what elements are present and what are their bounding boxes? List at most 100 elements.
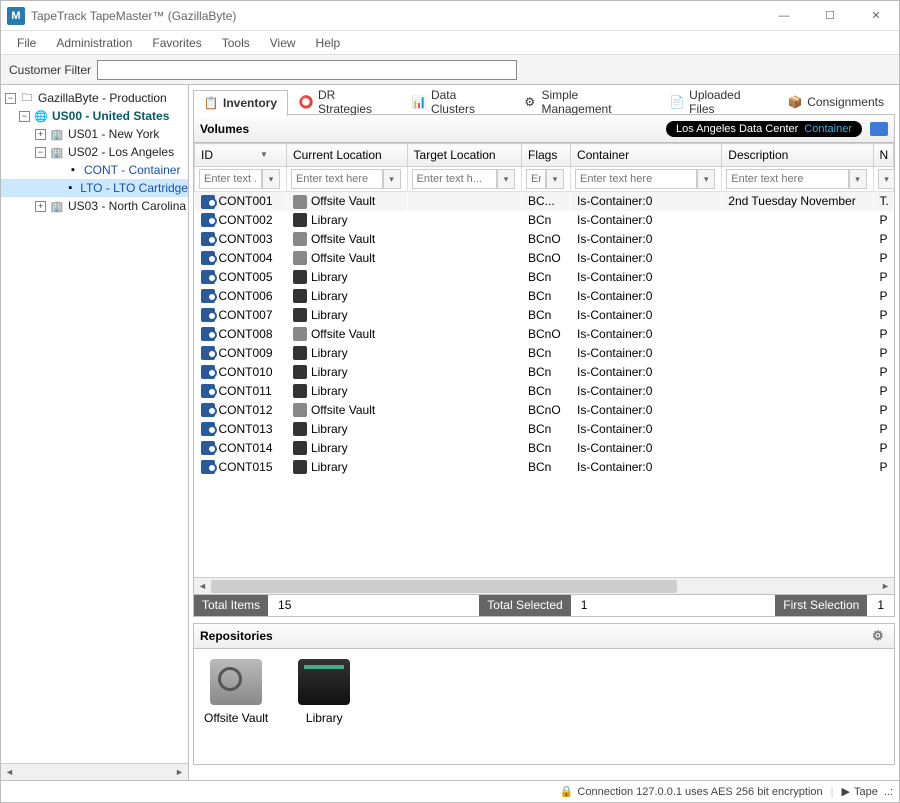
table-row[interactable]: CONT012Offsite VaultBCnOIs-Container:0P bbox=[195, 401, 894, 420]
tree-us03[interactable]: +🏢US03 - North Carolina bbox=[1, 197, 188, 215]
col-n[interactable]: N bbox=[873, 144, 893, 167]
filter-icon[interactable]: ▾ bbox=[697, 169, 715, 189]
vault-icon bbox=[210, 659, 262, 705]
sort-asc-icon: ▼ bbox=[260, 150, 268, 159]
tab-data-clusters[interactable]: 📊Data Clusters bbox=[401, 89, 512, 115]
filter-container[interactable] bbox=[575, 169, 697, 189]
col-location[interactable]: Current Location bbox=[286, 144, 407, 167]
menu-help[interactable]: Help bbox=[306, 33, 351, 53]
tape-icon bbox=[201, 270, 215, 284]
monitor-icon[interactable] bbox=[870, 122, 888, 136]
menu-file[interactable]: File bbox=[7, 33, 46, 53]
table-row[interactable]: CONT001Offsite VaultBC...Is-Container:02… bbox=[195, 192, 894, 211]
tree-lto[interactable]: ▪LTO - LTO Cartridge bbox=[1, 179, 188, 197]
menu-tools[interactable]: Tools bbox=[212, 33, 260, 53]
tape-icon bbox=[201, 308, 215, 322]
col-description[interactable]: Description bbox=[722, 144, 873, 167]
status-bar: 🔒 Connection 127.0.0.1 uses AES 256 bit … bbox=[1, 780, 899, 802]
tab-dr-strategies[interactable]: ⭕DR Strategies bbox=[288, 89, 401, 115]
tree-hscroll[interactable]: ◄ ► bbox=[1, 763, 188, 780]
menu-administration[interactable]: Administration bbox=[46, 33, 142, 53]
volumes-title: Volumes bbox=[200, 122, 249, 136]
table-row[interactable]: CONT010LibraryBCnIs-Container:0P bbox=[195, 363, 894, 382]
gear-icon[interactable]: ⚙ bbox=[872, 628, 888, 644]
first-selection-label: First Selection bbox=[775, 595, 867, 616]
scroll-thumb[interactable] bbox=[211, 580, 677, 593]
first-selection-value: 1 bbox=[867, 595, 894, 616]
table-row[interactable]: CONT008Offsite VaultBCnOIs-Container:0P bbox=[195, 325, 894, 344]
filter-icon[interactable]: ▾ bbox=[383, 169, 401, 189]
tree-root[interactable]: −🗀GazillaByte - Production bbox=[1, 89, 188, 107]
library-icon bbox=[293, 346, 307, 360]
library-icon bbox=[293, 308, 307, 322]
total-selected-label: Total Selected bbox=[479, 595, 570, 616]
table-row[interactable]: CONT009LibraryBCnIs-Container:0P bbox=[195, 344, 894, 363]
col-target[interactable]: Target Location bbox=[407, 144, 521, 167]
manage-icon: ⚙ bbox=[523, 95, 537, 109]
table-row[interactable]: CONT006LibraryBCnIs-Container:0P bbox=[195, 287, 894, 306]
vault-icon bbox=[293, 327, 307, 341]
titlebar: M TapeTrack TapeMaster™ (GazillaByte) — … bbox=[1, 1, 899, 31]
col-container[interactable]: Container bbox=[571, 144, 722, 167]
tree-cont[interactable]: ▪CONT - Container bbox=[1, 161, 188, 179]
filter-description[interactable] bbox=[726, 169, 848, 189]
scroll-right-icon[interactable]: ► bbox=[171, 764, 188, 780]
tree-us01[interactable]: +🏢US01 - New York bbox=[1, 125, 188, 143]
tape-icon bbox=[201, 327, 215, 341]
tab-consignments[interactable]: 📦Consignments bbox=[777, 89, 895, 115]
table-row[interactable]: CONT004Offsite VaultBCnOIs-Container:0P bbox=[195, 249, 894, 268]
lock-icon: 🔒 bbox=[560, 785, 574, 798]
filter-icon[interactable]: ▾ bbox=[878, 169, 894, 189]
table-row[interactable]: CONT007LibraryBCnIs-Container:0P bbox=[195, 306, 894, 325]
repo-library[interactable]: Library bbox=[298, 659, 350, 754]
tab-simple-management[interactable]: ⚙Simple Management bbox=[512, 89, 659, 115]
filter-icon[interactable]: ▾ bbox=[497, 169, 515, 189]
scroll-right-icon[interactable]: ► bbox=[877, 578, 894, 594]
tree-us02[interactable]: −🏢US02 - Los Angeles bbox=[1, 143, 188, 161]
menu-view[interactable]: View bbox=[260, 33, 306, 53]
repositories-body: Offsite Vault Library bbox=[193, 649, 895, 765]
table-row[interactable]: CONT011LibraryBCnIs-Container:0P bbox=[195, 382, 894, 401]
filter-flags[interactable] bbox=[526, 169, 546, 189]
minimize-button[interactable]: — bbox=[761, 1, 807, 31]
play-icon[interactable]: ▶ bbox=[842, 785, 850, 798]
repo-offsite-vault[interactable]: Offsite Vault bbox=[204, 659, 268, 754]
menu-favorites[interactable]: Favorites bbox=[142, 33, 211, 53]
tape-icon bbox=[201, 403, 215, 417]
vault-icon bbox=[293, 232, 307, 246]
app-window: M TapeTrack TapeMaster™ (GazillaByte) — … bbox=[0, 0, 900, 803]
tape-icon bbox=[201, 251, 215, 265]
vault-icon bbox=[293, 195, 307, 209]
filter-id[interactable] bbox=[199, 169, 262, 189]
filter-icon[interactable]: ▾ bbox=[849, 169, 867, 189]
tab-uploaded-files[interactable]: 📄Uploaded Files bbox=[659, 89, 777, 115]
table-row[interactable]: CONT013LibraryBCnIs-Container:0P bbox=[195, 420, 894, 439]
table-row[interactable]: CONT005LibraryBCnIs-Container:0P bbox=[195, 268, 894, 287]
table-row[interactable]: CONT003Offsite VaultBCnOIs-Container:0P bbox=[195, 230, 894, 249]
scroll-left-icon[interactable]: ◄ bbox=[1, 764, 18, 780]
table-row[interactable]: CONT002LibraryBCnIs-Container:0P bbox=[195, 211, 894, 230]
tree-us00[interactable]: −🌐US00 - United States bbox=[1, 107, 188, 125]
grid-hscroll[interactable]: ◄ ► bbox=[194, 577, 894, 594]
filter-icon[interactable]: ▾ bbox=[546, 169, 564, 189]
total-items-value: 15 bbox=[268, 595, 301, 616]
filter-location[interactable] bbox=[291, 169, 383, 189]
scroll-left-icon[interactable]: ◄ bbox=[194, 578, 211, 594]
context-pill: Los Angeles Data CenterContainer bbox=[666, 121, 862, 137]
close-button[interactable]: ✕ bbox=[853, 1, 899, 31]
filter-bar: Customer Filter bbox=[1, 55, 899, 85]
col-flags[interactable]: Flags bbox=[522, 144, 571, 167]
filter-icon[interactable]: ▾ bbox=[262, 169, 280, 189]
library-icon bbox=[293, 422, 307, 436]
vault-icon bbox=[293, 403, 307, 417]
library-icon bbox=[298, 659, 350, 705]
maximize-button[interactable]: ☐ bbox=[807, 1, 853, 31]
table-row[interactable]: CONT014LibraryBCnIs-Container:0P bbox=[195, 439, 894, 458]
table-row[interactable]: CONT015LibraryBCnIs-Container:0P bbox=[195, 458, 894, 477]
col-id[interactable]: ID▼ bbox=[195, 144, 287, 167]
customer-filter-input[interactable] bbox=[97, 60, 517, 80]
filter-target[interactable] bbox=[412, 169, 497, 189]
volumes-header: Volumes Los Angeles Data CenterContainer bbox=[193, 115, 895, 143]
tab-inventory[interactable]: 📋Inventory bbox=[193, 90, 288, 116]
volumes-grid: ID▼ Current Location Target Location Fla… bbox=[194, 143, 894, 477]
